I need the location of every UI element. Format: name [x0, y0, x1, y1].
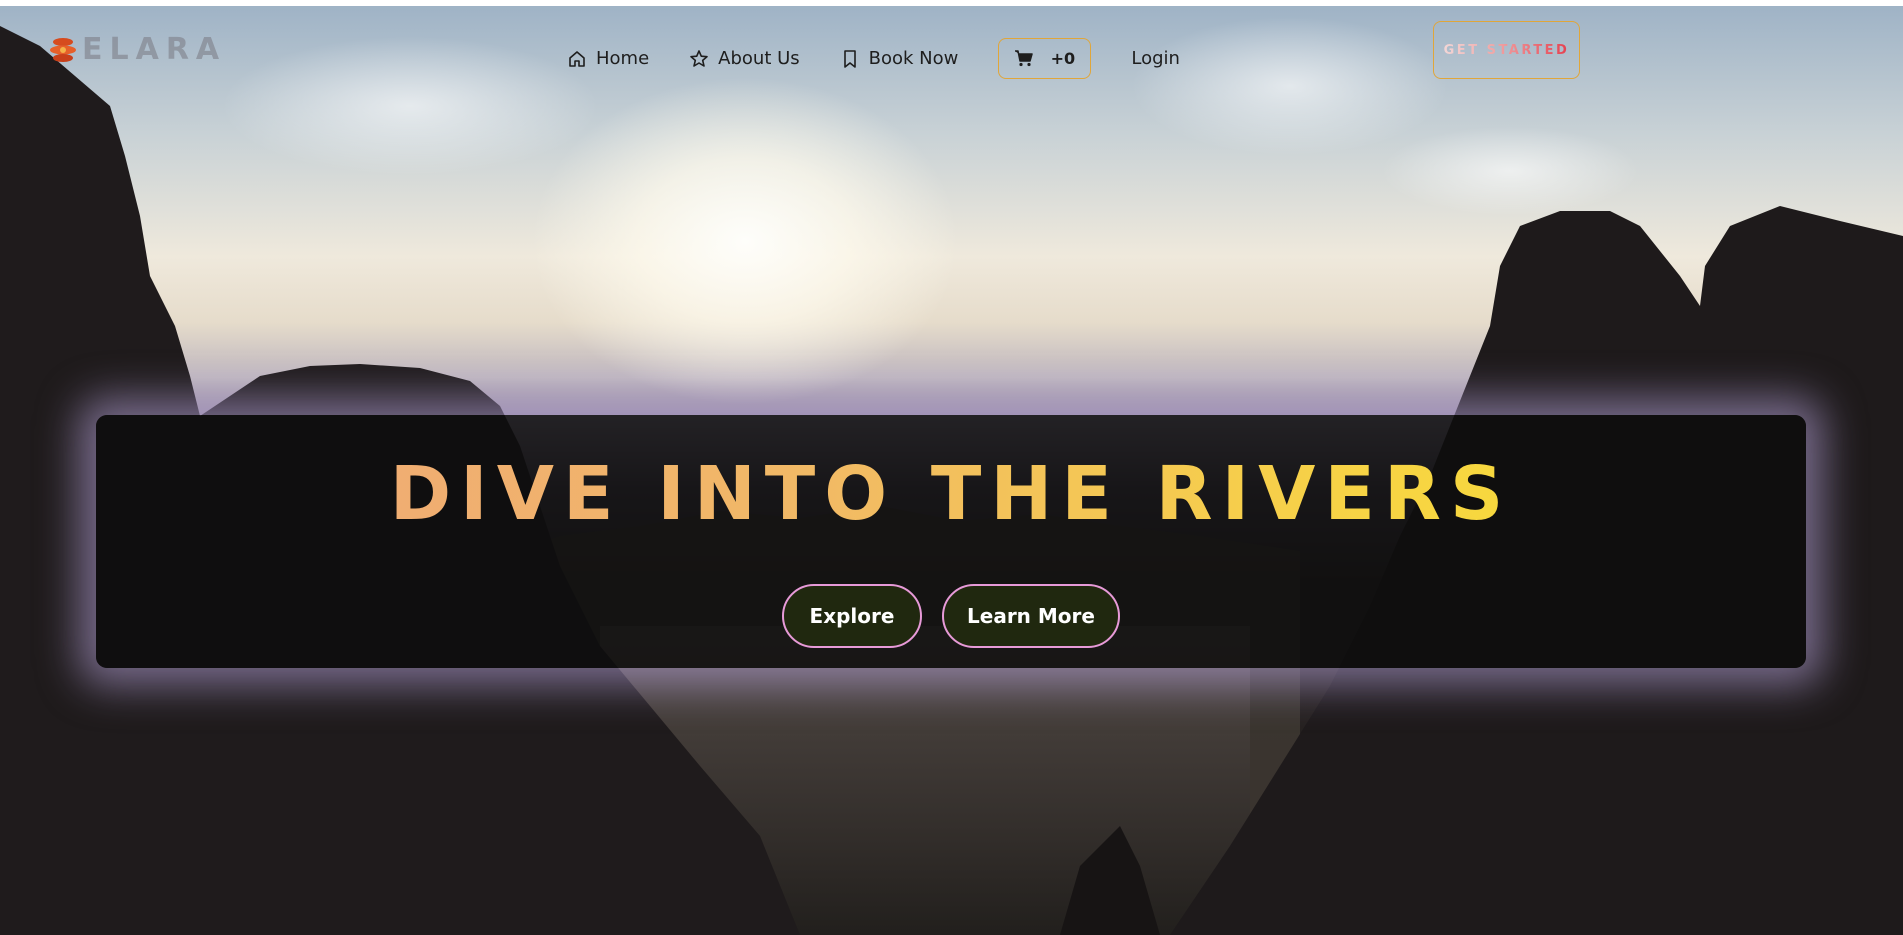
top-navigation-bar: ELARA Home About Us Book Now +0 Login GE…	[0, 0, 1903, 112]
home-icon	[569, 50, 585, 67]
hero-title: DIVE INTO THE RIVERS	[96, 451, 1806, 537]
hero-buttons: Explore Learn More	[782, 584, 1120, 648]
bookmark-icon	[843, 49, 856, 68]
learn-more-button[interactable]: Learn More	[942, 584, 1120, 648]
nav-item-label: Book Now	[868, 48, 959, 69]
nav-item-home[interactable]: Home	[567, 48, 649, 69]
main-navigation: Home About Us Book Now +0 Login	[567, 38, 1180, 79]
explore-button[interactable]: Explore	[782, 584, 922, 648]
brand-logo[interactable]: ELARA	[48, 32, 226, 67]
hero-banner: DIVE INTO THE RIVERS Explore Learn More	[96, 415, 1806, 668]
star-icon	[690, 49, 708, 67]
get-started-button[interactable]: GET STARTED	[1433, 21, 1580, 79]
nav-item-label: About Us	[718, 48, 800, 69]
nav-item-about-us[interactable]: About Us	[689, 48, 800, 69]
login-link[interactable]: Login	[1131, 48, 1180, 69]
cart-button[interactable]: +0	[998, 38, 1092, 79]
cart-icon	[1014, 50, 1033, 67]
nav-item-label: Home	[596, 48, 650, 69]
brand-name: ELARA	[82, 32, 227, 67]
cart-count: +0	[1050, 49, 1076, 68]
brand-logo-icon	[50, 37, 76, 62]
get-started-label: GET STARTED	[1443, 42, 1570, 58]
nav-item-book-now[interactable]: Book Now	[840, 48, 959, 69]
